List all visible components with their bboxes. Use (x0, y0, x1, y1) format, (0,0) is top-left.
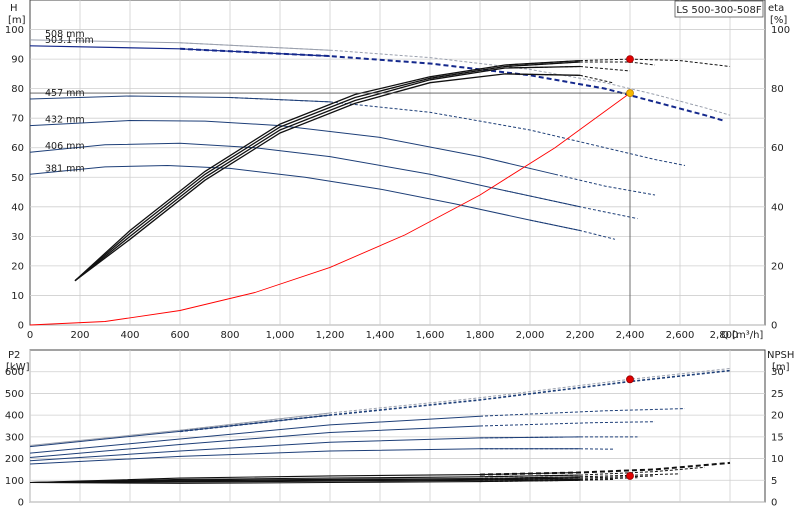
y2-tick-label-eta: 60 (771, 143, 784, 154)
x-axis-label: Q [m³/h] (721, 330, 763, 341)
chart-svg: 02004006008001,0001,2001,4001,6001,8002,… (0, 0, 800, 520)
y-tick-label-power: 100 (5, 476, 24, 487)
y2-tick-label-npsh: 10 (771, 454, 784, 465)
duty-point-eta (627, 56, 634, 63)
y2-tick-label-npsh: 20 (771, 411, 784, 422)
y-tick-label-head: 40 (11, 202, 24, 213)
y2-axis-unit-npsh: [m] (772, 362, 790, 373)
x-tick-label: 800 (220, 330, 239, 341)
x-tick-label: 1,600 (416, 330, 445, 341)
y-tick-label-power: 400 (5, 411, 24, 422)
y-axis-label-power: P2 (8, 350, 20, 361)
y-tick-label-head: 20 (11, 261, 24, 272)
y-axis-label-head: H (10, 3, 18, 14)
head-curve-label: 457 mm (45, 88, 85, 99)
pump-curve-chart: 02004006008001,0001,2001,4001,6001,8002,… (0, 0, 800, 520)
y-tick-label-head: 0 (18, 321, 24, 332)
x-tick-label: 600 (170, 330, 189, 341)
duty-point-power (627, 376, 634, 383)
x-tick-label: 2,200 (566, 330, 595, 341)
y2-tick-label-eta: 0 (771, 321, 777, 332)
y-tick-label-power: 300 (5, 432, 24, 443)
y-tick-label-head: 100 (5, 25, 24, 36)
y2-tick-label-eta: 100 (771, 25, 790, 36)
y-tick-label-head: 50 (11, 173, 24, 184)
y-tick-label-head: 80 (11, 84, 24, 95)
top-grid (30, 0, 765, 325)
y2-tick-label-eta: 20 (771, 261, 784, 272)
y-tick-label-power: 200 (5, 454, 24, 465)
x-tick-label: 1,400 (366, 330, 395, 341)
y2-tick-label-eta: 40 (771, 202, 784, 213)
head-curve-label: 406 mm (45, 141, 85, 152)
y2-axis-label-npsh: NPSH (767, 350, 794, 361)
head-curve-label: 503.1 mm (45, 35, 94, 46)
top-plot-frame (30, 0, 765, 325)
y-tick-label-head: 10 (11, 291, 24, 302)
y2-tick-label-npsh: 15 (771, 432, 784, 443)
y2-axis-label-eta: eta (768, 3, 784, 14)
x-tick-label: 2,600 (666, 330, 695, 341)
x-tick-label: 0 (27, 330, 33, 341)
y-tick-label-power: 500 (5, 389, 24, 400)
x-tick-label: 1,200 (316, 330, 345, 341)
duty-point-head (627, 90, 634, 97)
chart-title: LS 500-300-508F (676, 5, 762, 16)
y-tick-label-power: 0 (18, 498, 24, 509)
title-box: LS 500-300-508F (675, 1, 763, 17)
y-axis-unit-power: [kW] (6, 362, 30, 373)
y-tick-label-head: 60 (11, 143, 24, 154)
y2-tick-label-npsh: 5 (771, 476, 777, 487)
x-tick-label: 1,000 (266, 330, 295, 341)
x-tick-label: 2,400 (616, 330, 645, 341)
y-axis-unit-head: [m] (8, 15, 26, 26)
x-tick-label: 200 (70, 330, 89, 341)
x-tick-label: 400 (120, 330, 139, 341)
y2-tick-label-eta: 80 (771, 84, 784, 95)
x-tick-label: 2,000 (516, 330, 545, 341)
head-curve-label: 432 mm (45, 115, 85, 126)
x-tick-label: 1,800 (466, 330, 495, 341)
y-tick-label-head: 30 (11, 232, 24, 243)
head-curve-label: 381 mm (45, 163, 85, 174)
y-tick-label-head: 70 (11, 114, 24, 125)
y2-tick-label-npsh: 25 (771, 389, 784, 400)
y-tick-label-head: 90 (11, 55, 24, 66)
y2-tick-label-npsh: 0 (771, 498, 777, 509)
y2-axis-unit-eta: [%] (770, 15, 787, 26)
duty-point-npsh (627, 472, 634, 479)
